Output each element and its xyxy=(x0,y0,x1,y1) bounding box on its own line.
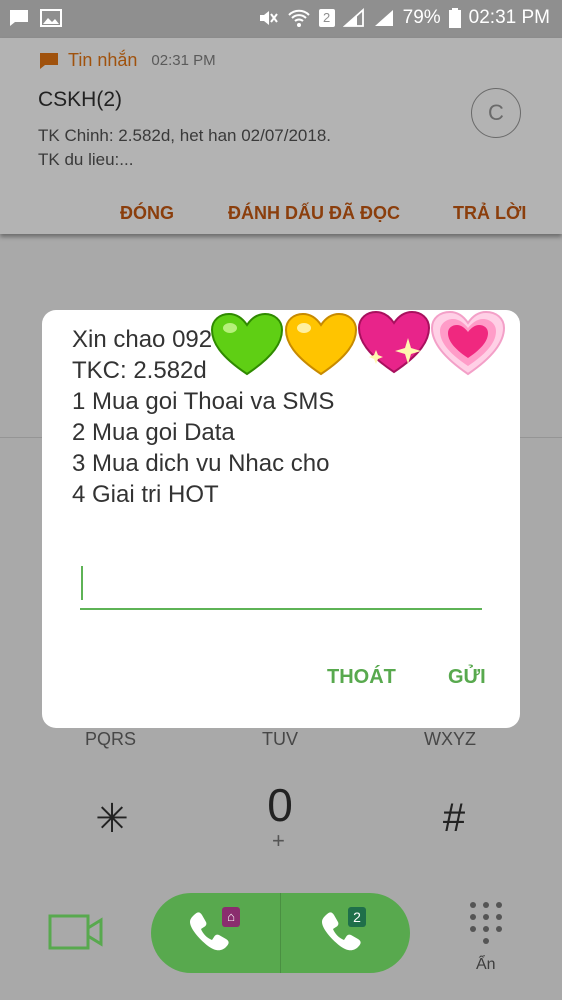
notification-time: 02:31 PM xyxy=(151,52,216,69)
mute-icon xyxy=(259,11,278,25)
status-right: 2 79% 02:31 PM xyxy=(257,7,550,29)
key-zero-plus: + xyxy=(272,828,285,853)
reply-button[interactable]: TRẢ LỜI xyxy=(453,203,526,224)
message-notification[interactable]: Tin nhắn 02:31 PM CSKH(2) TK Chinh: 2.58… xyxy=(0,38,562,234)
sim1-badge: ⌂ xyxy=(222,907,240,927)
status-left xyxy=(8,8,62,28)
ussd-line: 1 Mua goi Thoai va SMS xyxy=(72,388,335,415)
message-icon xyxy=(40,52,58,69)
key-7-letters: PQRS xyxy=(85,729,137,749)
call-sim2-button[interactable]: 2 xyxy=(316,905,376,961)
message-icon xyxy=(10,10,28,26)
text-cursor xyxy=(81,566,83,600)
video-call-icon[interactable] xyxy=(48,912,104,952)
send-button[interactable]: GỬI xyxy=(448,666,486,689)
battery-percent: 79% xyxy=(402,7,441,28)
ussd-line: 3 Mua dich vu Nhac cho xyxy=(72,450,330,477)
key-star[interactable]: ✳ xyxy=(92,796,132,842)
growing-heart-icon xyxy=(430,310,506,376)
cancel-button[interactable]: THOÁT xyxy=(327,666,396,689)
call-divider xyxy=(280,893,281,973)
key-8-letters: TUV xyxy=(262,729,298,749)
notification-header: Tin nhắn 02:31 PM xyxy=(38,50,216,71)
notification-body: TK Chinh: 2.582d, het han 02/07/2018. TK… xyxy=(38,124,438,172)
notification-app-name: Tin nhắn xyxy=(68,50,138,70)
mark-as-read-button[interactable]: ĐÁNH DẤU ĐÃ ĐỌC xyxy=(228,203,400,224)
notification-body-line: TK Chinh: 2.582d, het han 02/07/2018. xyxy=(38,126,332,145)
signal-icon xyxy=(374,10,393,26)
call-sim1-button[interactable]: ⌂ xyxy=(184,905,244,961)
avatar: C xyxy=(471,88,521,138)
status-bar: 2 79% 02:31 PM xyxy=(0,0,562,38)
signal-icon xyxy=(342,8,364,27)
battery-icon xyxy=(448,8,461,28)
key-9-letters: WXYZ xyxy=(424,729,476,749)
sparkling-heart-icon xyxy=(357,310,431,374)
notification-body-line: TK du lieu:... xyxy=(38,150,134,169)
key-hash[interactable]: # xyxy=(436,796,472,841)
ussd-reply-input[interactable] xyxy=(80,608,482,610)
ussd-line: 2 Mua goi Data xyxy=(72,419,235,446)
hide-keypad-label[interactable]: Ẩn xyxy=(476,956,496,974)
image-icon xyxy=(40,9,62,27)
ussd-line: 4 Giai tri HOT xyxy=(72,481,219,508)
yellow-heart-icon xyxy=(284,312,358,376)
clock: 02:31 PM xyxy=(468,7,550,28)
close-button[interactable]: ĐÓNG xyxy=(120,203,174,224)
sim2-badge: 2 xyxy=(348,907,366,927)
key-zero[interactable]: 0 xyxy=(258,778,302,832)
notification-sender: CSKH(2) xyxy=(38,88,123,111)
wifi-icon xyxy=(287,9,310,27)
keypad-icon[interactable] xyxy=(468,900,504,950)
sim-badge: 2 xyxy=(318,9,335,27)
green-heart-icon xyxy=(210,312,284,376)
